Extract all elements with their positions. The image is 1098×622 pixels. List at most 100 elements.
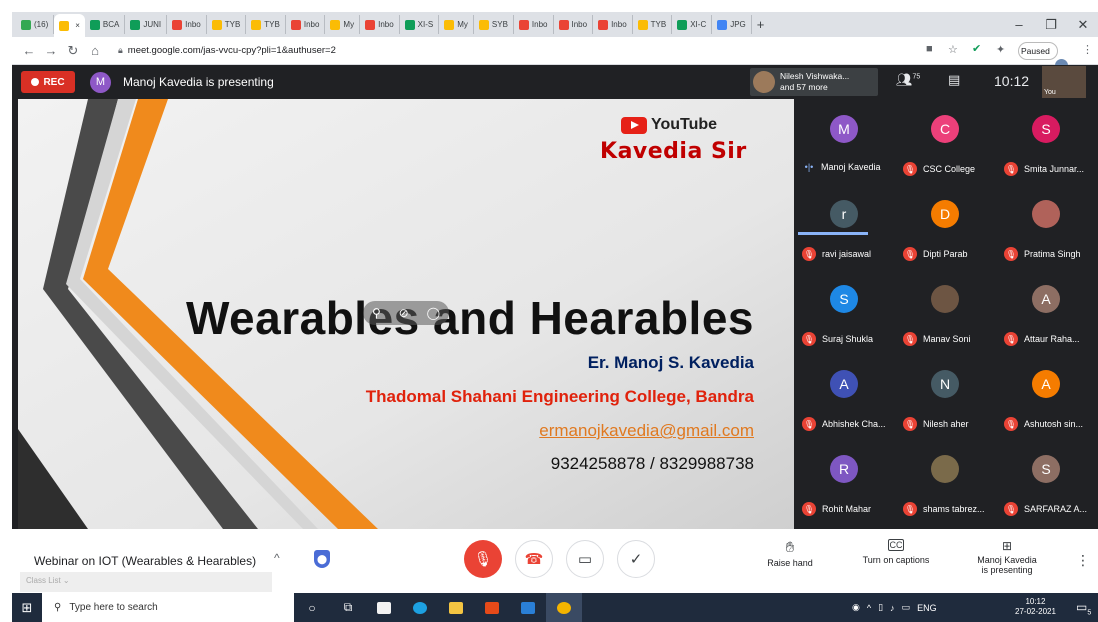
raise-hand-button[interactable]: ✋︎ Raise hand (762, 539, 818, 568)
participant-tile[interactable]: S 🎙︎ Suraj Shukla (794, 269, 895, 354)
slide-college: Thadomal Shahani Engineering College, Ba… (365, 387, 754, 406)
task-view-icon[interactable]: ⧉ (330, 593, 366, 622)
browser-tab[interactable]: BCA (85, 15, 126, 34)
browser-tab[interactable]: Inbo (514, 15, 554, 34)
reload-icon[interactable]: ↻ (62, 43, 84, 59)
tray-volume-icon[interactable]: ♪ (890, 603, 895, 613)
tray-speech-icon[interactable]: ▭ (902, 602, 911, 613)
store-icon[interactable] (366, 593, 402, 622)
camera-icon[interactable]: ■ (926, 43, 933, 55)
browser-tab[interactable]: JUNI (125, 15, 168, 34)
participant-tile[interactable]: A 🎙︎ Attaur Raha... (996, 269, 1097, 354)
close-window-button[interactable]: ✕ (1066, 12, 1098, 37)
tray-network-icon[interactable]: ▯ (878, 602, 883, 613)
meet-control-bar: Webinar on IOT (Wearables & Hearables) ^… (12, 529, 1098, 593)
browser-tab[interactable]: Inbo (554, 15, 594, 34)
cortana-icon[interactable]: ○ (294, 593, 330, 622)
browser-tab[interactable]: Inbo (167, 15, 207, 34)
taskbar-search[interactable]: ⚲ Type here to search (42, 593, 294, 622)
participant-tile[interactable]: C 🎙︎ CSC College (895, 99, 996, 184)
recording-badge[interactable]: REC (21, 71, 75, 93)
tray-lang-label[interactable]: ENG (917, 603, 937, 613)
browser-menu-icon[interactable]: ⋮ (1082, 43, 1093, 56)
browser-tab[interactable]: TYB (207, 15, 247, 34)
browser-tab[interactable]: TYB (633, 15, 673, 34)
chrome-icon[interactable] (546, 593, 582, 622)
meeting-title[interactable]: Webinar on IOT (Wearables & Hearables) (34, 554, 256, 568)
meeting-clock: 10:12 (994, 73, 1030, 89)
participant-tile[interactable]: D 🎙︎ Dipti Parab (895, 184, 996, 269)
checkmark-button[interactable]: ✓ (617, 540, 655, 578)
participant-tile[interactable]: 🎙︎ shams tabrez... (895, 439, 996, 524)
browser-tab[interactable]: (16) (16, 15, 55, 34)
browser-tab[interactable]: SYB (474, 15, 514, 34)
tray-app-icon[interactable]: ◉ (852, 602, 860, 613)
browser-tab[interactable]: Inbo (360, 15, 400, 34)
participant-tile[interactable]: S 🎙︎ Smita Junnar... (996, 99, 1097, 184)
mute-tile-icon[interactable]: ⊘ (399, 306, 409, 320)
notification-icon: ▭ (1076, 600, 1088, 614)
leave-call-button[interactable]: ☎ (515, 540, 553, 578)
more-options-icon[interactable]: ⋮ (1076, 552, 1090, 569)
url-field[interactable]: 🔒︎ meet.google.com/jas-vvcu-cpy?pli=1&au… (118, 45, 336, 56)
notifications-button[interactable]: ▭5 (1076, 600, 1091, 616)
new-tab-button[interactable]: + (752, 15, 770, 34)
camera-toggle-button[interactable]: ▭ (566, 540, 604, 578)
browser-tab[interactable]: Inbo (593, 15, 633, 34)
browser-tab[interactable]: XI-S (400, 15, 440, 34)
slide-phone: 9324258878 / 8329988738 (550, 454, 754, 473)
mic-off-button[interactable]: 🎙︎ (464, 540, 502, 578)
participant-tile[interactable]: r 🎙︎ ravi jaisawal (794, 184, 895, 269)
windows-start-icon[interactable]: ⊞ (12, 600, 42, 616)
class-list-overlay[interactable]: Class List ⌄ (20, 572, 272, 592)
chat-icon[interactable]: ▤ (948, 72, 960, 88)
participant-tile[interactable]: A 🎙︎ Abhishek Cha... (794, 354, 895, 439)
viewer-avatar (753, 71, 775, 93)
captions-button[interactable]: CC Turn on captions (856, 539, 936, 565)
people-icon: 👥︎ (896, 72, 913, 87)
profile-button[interactable]: Paused (1018, 42, 1068, 72)
chevron-up-icon[interactable]: ^ (274, 551, 280, 565)
extension-check-icon[interactable]: ✔ (972, 42, 981, 55)
participant-name: CSC College (923, 164, 976, 174)
forward-icon[interactable]: → (40, 43, 62, 58)
browser-tab[interactable]: My (325, 15, 361, 34)
presenting-button[interactable]: ⊞ Manoj Kavedia is presenting (972, 539, 1042, 575)
restore-button[interactable]: ❐ (1034, 12, 1068, 37)
edge-icon[interactable] (402, 593, 438, 622)
browser-tab[interactable]: My (439, 15, 474, 34)
browser-tab[interactable]: × (54, 14, 85, 37)
participant-tile[interactable]: M •|• Manoj Kavedia (794, 99, 895, 184)
back-icon[interactable]: ← (18, 43, 40, 58)
extensions-puzzle-icon[interactable]: ✦ (996, 43, 1005, 56)
participant-tile[interactable]: 🎙︎ Pratima Singh (996, 184, 1097, 269)
mail-icon[interactable] (510, 593, 546, 622)
office-icon[interactable] (474, 593, 510, 622)
minimize-button[interactable]: – (1002, 12, 1036, 37)
participant-tile[interactable]: S 🎙︎ SARFARAZ A... (996, 439, 1097, 524)
bookmark-star-icon[interactable]: ☆ (948, 43, 958, 56)
tab-favicon-icon (89, 19, 100, 30)
tab-label: TYB (650, 20, 667, 29)
tab-close-icon[interactable]: × (75, 21, 80, 30)
participant-name-row: 🎙︎ Suraj Shukla (802, 332, 895, 346)
tray-clock[interactable]: 10:12 27-02-2021 (1015, 597, 1056, 617)
file-explorer-icon[interactable] (438, 593, 474, 622)
browser-tab[interactable]: XI-C (672, 15, 713, 34)
browser-tab[interactable]: TYB (246, 15, 286, 34)
participant-tile[interactable]: 🎙︎ Manav Soni (895, 269, 996, 354)
participant-tile[interactable]: A 🎙︎ Ashutosh sin... (996, 354, 1097, 439)
pin-icon[interactable]: ⚲ (372, 306, 381, 320)
participant-name-row: 🎙︎ Nilesh aher (903, 417, 996, 431)
browser-tab[interactable]: Inbo (286, 15, 326, 34)
browser-tab[interactable]: JPG (712, 15, 752, 34)
viewers-indicator[interactable]: Nilesh Vishwaka... and 57 more (750, 68, 878, 96)
tab-label: Inbo (303, 20, 320, 29)
participant-tile[interactable]: R 🎙︎ Rohit Mahar (794, 439, 895, 524)
host-controls-shield-icon[interactable]: ⬤ (314, 550, 330, 568)
participant-tile[interactable]: N 🎙︎ Nilesh aher (895, 354, 996, 439)
home-icon[interactable]: ⌂ (84, 43, 106, 58)
tray-chevron-icon[interactable]: ^ (867, 603, 871, 613)
more-tile-icon[interactable]: ◯ (427, 306, 440, 320)
people-button[interactable]: 👥︎75 (896, 72, 920, 88)
